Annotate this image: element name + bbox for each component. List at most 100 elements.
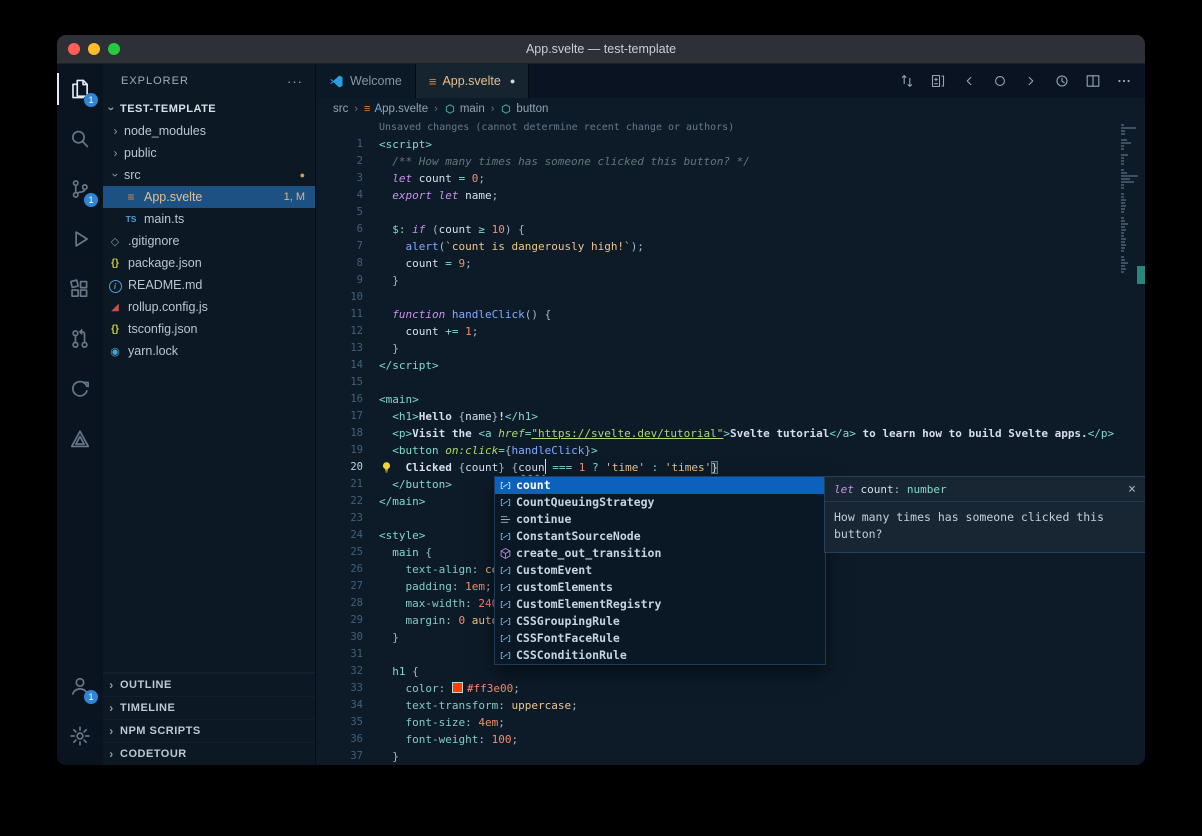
tree-item-public[interactable]: ›public [103, 142, 315, 164]
github-pull-requests-activity-button[interactable] [57, 314, 103, 364]
code-line[interactable]: 5 [316, 204, 1145, 221]
history-icon[interactable] [1054, 73, 1070, 89]
compare-changes-icon[interactable] [899, 73, 915, 89]
tree-item-app-svelte[interactable]: ≡App.svelte1, M [103, 186, 315, 208]
code-line[interactable]: 1<script> [316, 136, 1145, 153]
tree-item-main-ts[interactable]: TSmain.ts [103, 208, 315, 230]
split-editor-icon[interactable] [1085, 73, 1101, 89]
code-line[interactable]: 15 [316, 374, 1145, 391]
breadcrumb-item-app-svelte[interactable]: ≡App.svelte [364, 103, 428, 115]
accounts-activity-button[interactable]: 1 [57, 661, 103, 711]
tab-app-svelte[interactable]: ≡App.svelte● [416, 64, 529, 98]
source-control-activity-button[interactable]: 1 [57, 164, 103, 214]
settings-activity-button[interactable] [57, 711, 103, 761]
lightbulb-icon[interactable] [380, 461, 393, 474]
suggestion-item-continue[interactable]: continue [495, 511, 825, 528]
code-line[interactable]: 32 h1 { [316, 663, 1145, 680]
code-line[interactable]: 19 <button on:click={handleClick}> [316, 442, 1145, 459]
extensions-activity-button[interactable] [57, 264, 103, 314]
sidebar-section-codetour[interactable]: ›CODETOUR [103, 742, 315, 765]
symbol-icon [500, 103, 512, 115]
tree-item-label: src [124, 168, 141, 182]
suggestion-item-customelements[interactable]: customElements [495, 579, 825, 596]
sidebar-section-outline[interactable]: ›OUTLINE [103, 673, 315, 696]
tree-item-src[interactable]: ›src● [103, 164, 315, 186]
more-actions-icon[interactable]: ··· [287, 74, 303, 89]
code-line[interactable]: 6 $: if (count ≥ 10) { [316, 221, 1145, 238]
code-line[interactable]: 17 <h1>Hello {name}!</h1> [316, 408, 1145, 425]
breadcrumb-separator-icon: › [491, 103, 495, 115]
suggestion-item-create-out-transition[interactable]: create_out_transition [495, 545, 825, 562]
tree-item-package-json[interactable]: {}package.json [103, 252, 315, 274]
tab-welcome[interactable]: Welcome [316, 64, 416, 98]
code-line[interactable]: 33 color: #ff3e00; [316, 680, 1145, 697]
suggestion-item-count[interactable]: count [495, 477, 825, 494]
github-pull-requests-icon [69, 328, 91, 350]
tree-item-node-modules[interactable]: ›node_modules [103, 120, 315, 142]
run-circle-icon[interactable] [992, 73, 1008, 89]
section-label: OUTLINE [120, 679, 172, 691]
live-share-activity-button[interactable] [57, 364, 103, 414]
breadcrumb-item-main[interactable]: main [444, 103, 485, 115]
ts-icon: TS [123, 214, 139, 224]
navigate-forward-icon[interactable] [1023, 73, 1039, 89]
tree-item-tsconfig-json[interactable]: {}tsconfig.json [103, 318, 315, 340]
line-number: 26 [316, 561, 379, 578]
run-debug-activity-button[interactable] [57, 214, 103, 264]
code-line[interactable]: 18 <p>Visit the <a href="https://svelte.… [316, 425, 1145, 442]
minimize-button[interactable] [88, 43, 100, 55]
code-line[interactable]: 16<main> [316, 391, 1145, 408]
suggestion-item-cssgroupingrule[interactable]: CSSGroupingRule [495, 613, 825, 630]
line-number: 34 [316, 697, 379, 714]
close-icon[interactable]: × [1128, 483, 1136, 496]
code-line[interactable]: 7 alert(`count is dangerously high!`); [316, 238, 1145, 255]
open-changes-icon[interactable] [930, 73, 946, 89]
code-line[interactable]: 34 text-transform: uppercase; [316, 697, 1145, 714]
codetour-activity-button[interactable] [57, 414, 103, 464]
code-line[interactable]: 36 font-weight: 100; [316, 731, 1145, 748]
code-line[interactable]: 2 /** How many times has someone clicked… [316, 153, 1145, 170]
breadcrumb-item-src[interactable]: src [333, 103, 348, 115]
code-line[interactable]: 4 export let name; [316, 187, 1145, 204]
suggestion-item-customelementregistry[interactable]: CustomElementRegistry [495, 596, 825, 613]
workspace-header[interactable]: › TEST-TEMPLATE [103, 98, 315, 120]
tree-item-rollup-config-js[interactable]: ◢rollup.config.js [103, 296, 315, 318]
sidebar-section-npm-scripts[interactable]: ›NPM SCRIPTS [103, 719, 315, 742]
code-line[interactable]: 13 } [316, 340, 1145, 357]
code-line[interactable]: 37 } [316, 748, 1145, 765]
code-line[interactable]: 12 count += 1; [316, 323, 1145, 340]
code-line[interactable]: 14</script> [316, 357, 1145, 374]
zoom-button[interactable] [108, 43, 120, 55]
code-line[interactable]: 8 count = 9; [316, 255, 1145, 272]
breadcrumb-item-button[interactable]: button [500, 103, 548, 115]
tree-item-label: package.json [128, 256, 202, 270]
breadcrumb-label: App.svelte [374, 103, 428, 115]
navigate-back-icon[interactable] [961, 73, 977, 89]
suggestion-item-cssconditionrule[interactable]: CSSConditionRule [495, 647, 825, 664]
tree-item--gitignore[interactable]: ◇.gitignore [103, 230, 315, 252]
code-line[interactable]: 11 function handleClick() { [316, 306, 1145, 323]
more-actions-icon[interactable] [1116, 73, 1132, 89]
code-line[interactable]: 20 Clicked {count} {coun === 1 ? 'time' … [316, 459, 1145, 476]
tree-item-readme-md[interactable]: iREADME.md [103, 274, 315, 296]
sidebar-section-timeline[interactable]: ›TIMELINE [103, 696, 315, 719]
chevron-right-icon: › [103, 724, 120, 738]
activity-badge: 1 [84, 93, 98, 107]
code-editor[interactable]: Unsaved changes (cannot determine recent… [316, 120, 1145, 765]
tree-item-yarn-lock[interactable]: ◉yarn.lock [103, 340, 315, 362]
suggestion-item-countqueuingstrategy[interactable]: CountQueuingStrategy [495, 494, 825, 511]
suggestion-item-customevent[interactable]: CustomEvent [495, 562, 825, 579]
code-line[interactable]: 35 font-size: 4em; [316, 714, 1145, 731]
suggestion-item-cssfontfacerule[interactable]: CSSFontFaceRule [495, 630, 825, 647]
search-activity-button[interactable] [57, 114, 103, 164]
tree-item-label: node_modules [124, 124, 206, 138]
explorer-activity-button[interactable]: 1 [57, 64, 103, 114]
suggestion-item-constantsourcenode[interactable]: ConstantSourceNode [495, 528, 825, 545]
titlebar: App.svelte — test-template [57, 35, 1145, 64]
code-line[interactable]: 10 [316, 289, 1145, 306]
close-button[interactable] [68, 43, 80, 55]
code-line[interactable]: 9 } [316, 272, 1145, 289]
minimap[interactable] [1118, 120, 1145, 765]
code-line[interactable]: 3 let count = 0; [316, 170, 1145, 187]
line-number: 16 [316, 391, 379, 408]
